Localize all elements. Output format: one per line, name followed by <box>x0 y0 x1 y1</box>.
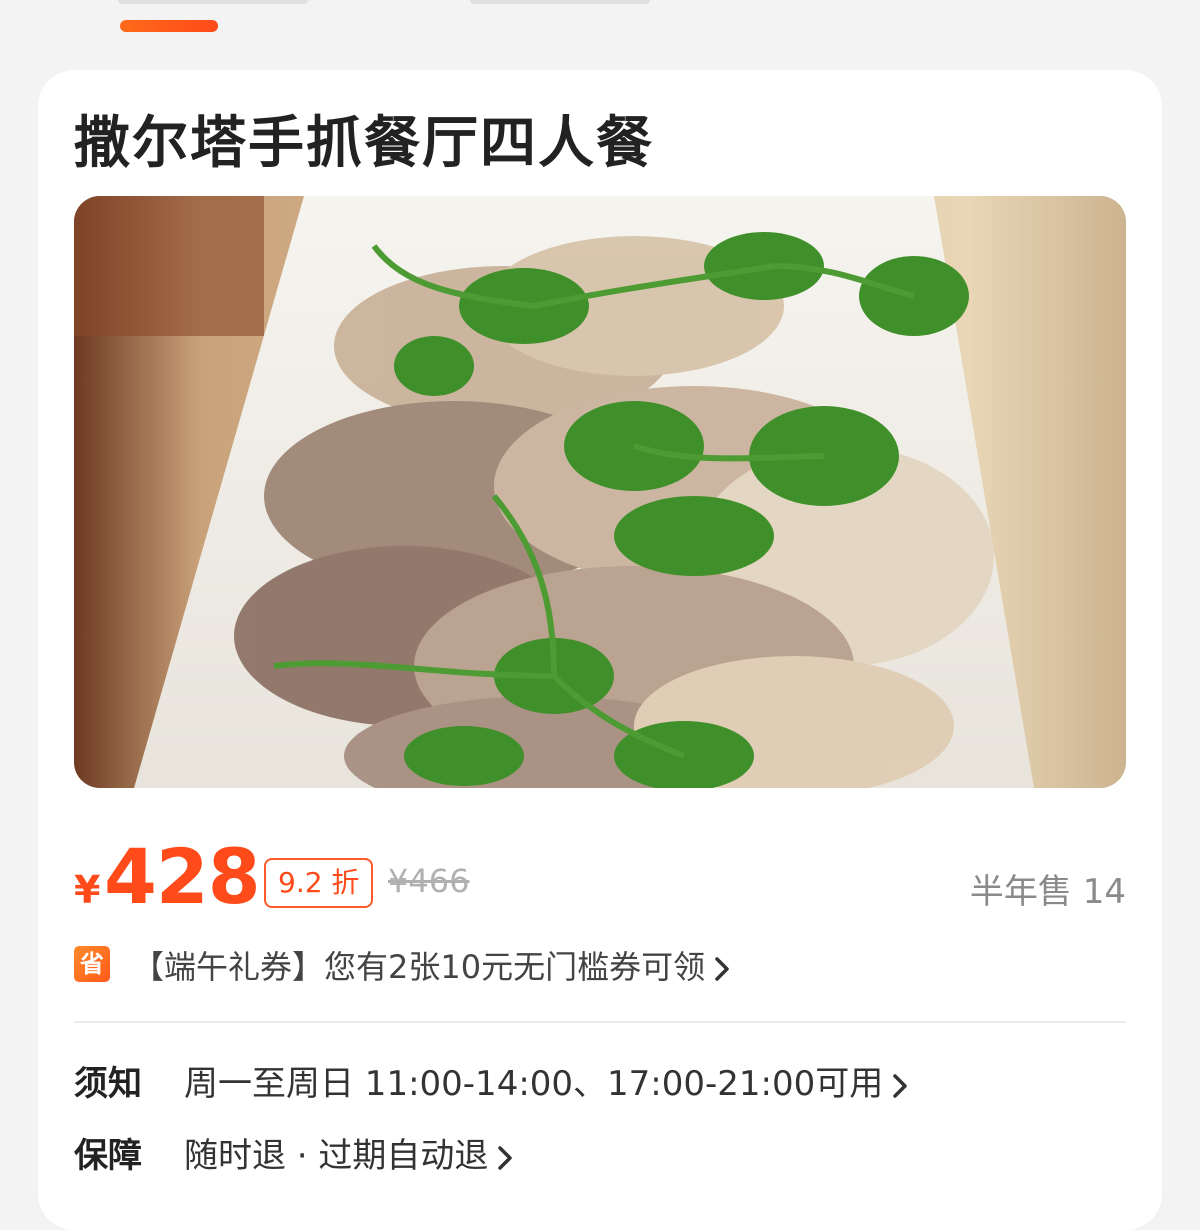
notice-row[interactable]: 须知 周一至周日 11:00-14:00、17:00-21:00可用 <box>74 1056 1126 1104</box>
active-tab-indicator <box>120 20 218 32</box>
currency-symbol: ¥ <box>74 868 101 912</box>
notice-label: 须知 <box>74 1064 142 1104</box>
guarantee-text: 随时退 · 过期自动退 <box>184 1136 489 1176</box>
product-photo[interactable] <box>74 196 1126 788</box>
original-price: ¥466 <box>388 862 470 900</box>
tab-label-partial[interactable] <box>470 0 650 4</box>
chevron-right-icon <box>498 1145 513 1170</box>
coupon-row[interactable]: 省 【端午礼券】您有2张10元无门槛券可领 <box>74 946 1126 986</box>
notice-text-wrap: 周一至周日 11:00-14:00、17:00-21:00可用 <box>184 1056 909 1105</box>
chevron-right-icon <box>893 1073 908 1098</box>
guarantee-row[interactable]: 保障 随时退 · 过期自动退 <box>74 1128 1126 1176</box>
sales-count: 半年售 14 <box>969 872 1126 912</box>
coupon-text-wrap: 【端午礼券】您有2张10元无门槛券可领 <box>132 942 731 988</box>
dish-image <box>74 196 1126 788</box>
product-card: 撒尔塔手抓餐厅四人餐 ¥ 428 9.2 折 ¥466 半年售 14 省 【端午… <box>38 70 1162 1230</box>
sale-price: 428 <box>104 832 261 921</box>
guarantee-label: 保障 <box>74 1136 142 1176</box>
divider <box>74 1021 1126 1023</box>
tab-label-partial[interactable] <box>118 0 308 4</box>
notice-text: 周一至周日 11:00-14:00、17:00-21:00可用 <box>184 1064 884 1104</box>
discount-badge: 9.2 折 <box>264 858 374 908</box>
product-title: 撒尔塔手抓餐厅四人餐 <box>74 111 654 176</box>
save-icon: 省 <box>74 946 110 982</box>
chevron-right-icon <box>715 957 729 981</box>
price-row: ¥ 428 9.2 折 ¥466 半年售 14 <box>74 832 1126 921</box>
coupon-text: 【端午礼券】您有2张10元无门槛券可领 <box>132 948 706 986</box>
tab-strip <box>0 0 1200 60</box>
guarantee-text-wrap: 随时退 · 过期自动退 <box>184 1128 514 1177</box>
